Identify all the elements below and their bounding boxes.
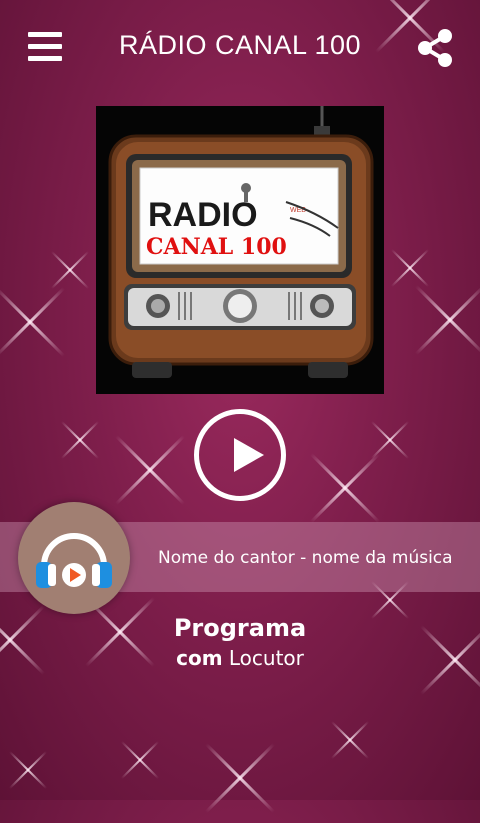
sparkle-decoration [55,415,105,465]
sparkle-decoration [3,745,53,795]
logo-name-text: CANAL 100 [146,234,287,260]
sparkle-decoration [115,735,165,785]
sparkle-decoration [300,443,390,533]
host-prefix: com [176,646,223,670]
sparkle-decoration [405,275,480,365]
sparkle-decoration [0,277,75,367]
station-logo-image: RADIO WEB CANAL 100 [96,106,384,394]
headphones-avatar [18,502,130,614]
sparkle-decoration [385,243,435,293]
sparkle-decoration [45,245,95,295]
play-button[interactable] [194,409,286,501]
headphones-icon [36,533,112,588]
play-icon [234,438,264,472]
sparkle-decoration [195,733,285,823]
top-app-bar: RÁDIO CANAL 100 [0,0,480,100]
program-host: com Locutor [0,646,480,670]
share-icon[interactable] [416,28,454,68]
host-name: Locutor [228,646,304,670]
sparkle-decoration [325,715,375,765]
app-title: RÁDIO CANAL 100 [118,30,362,60]
now-playing-text: Nome do cantor - nome da música [158,548,453,568]
program-title: Programa [173,614,307,642]
sparkle-decoration [365,415,415,465]
logo-word-text: RADIO [148,196,258,234]
